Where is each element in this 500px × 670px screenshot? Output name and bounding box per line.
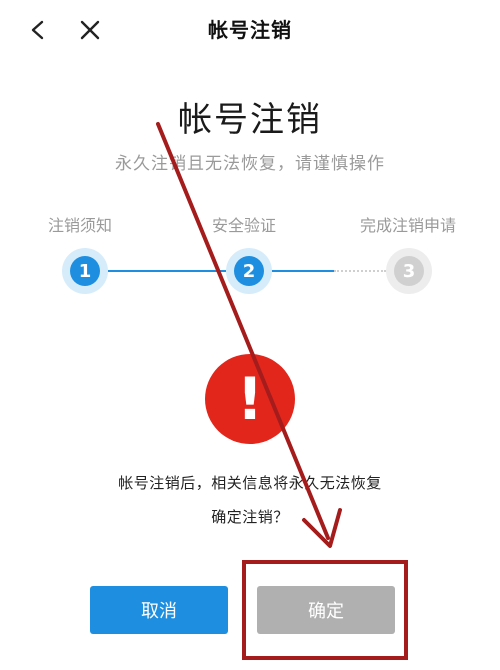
step-circle-1: 1: [62, 248, 108, 294]
page-subtitle: 永久注销且无法恢复，请谨慎操作: [115, 154, 385, 174]
step-label-1: 注销须知: [48, 216, 113, 235]
warning-message: 帐号注销后，相关信息将永久无法恢复: [118, 474, 382, 492]
step-connector-2: [272, 270, 334, 272]
top-nav-bar: 帐号注销: [0, 0, 500, 60]
step-label-2: 安全验证: [212, 216, 277, 235]
nav-title: 帐号注销: [208, 18, 292, 42]
step-number-1: 1: [70, 256, 100, 286]
page-title: 帐号注销: [178, 100, 322, 140]
account-deletion-page: 帐号注销 帐号注销 永久注销且无法恢复，请谨慎操作 注销须知 安全验证 完成注销…: [0, 0, 500, 670]
step-label-3: 完成注销申请: [360, 216, 457, 235]
exclamation-icon: !: [205, 354, 295, 444]
step-connector-1: [108, 270, 226, 272]
confirm-button[interactable]: 确定: [257, 586, 395, 634]
step-number-2: 2: [234, 256, 264, 286]
step-connector-3: [334, 270, 386, 272]
step-number-3: 3: [394, 256, 424, 286]
step-circle-3: 3: [386, 248, 432, 294]
cancel-button[interactable]: 取消: [90, 586, 228, 634]
step-circle-2: 2: [226, 248, 272, 294]
exclamation-mark: !: [236, 365, 264, 433]
confirm-question: 确定注销？: [211, 508, 289, 526]
